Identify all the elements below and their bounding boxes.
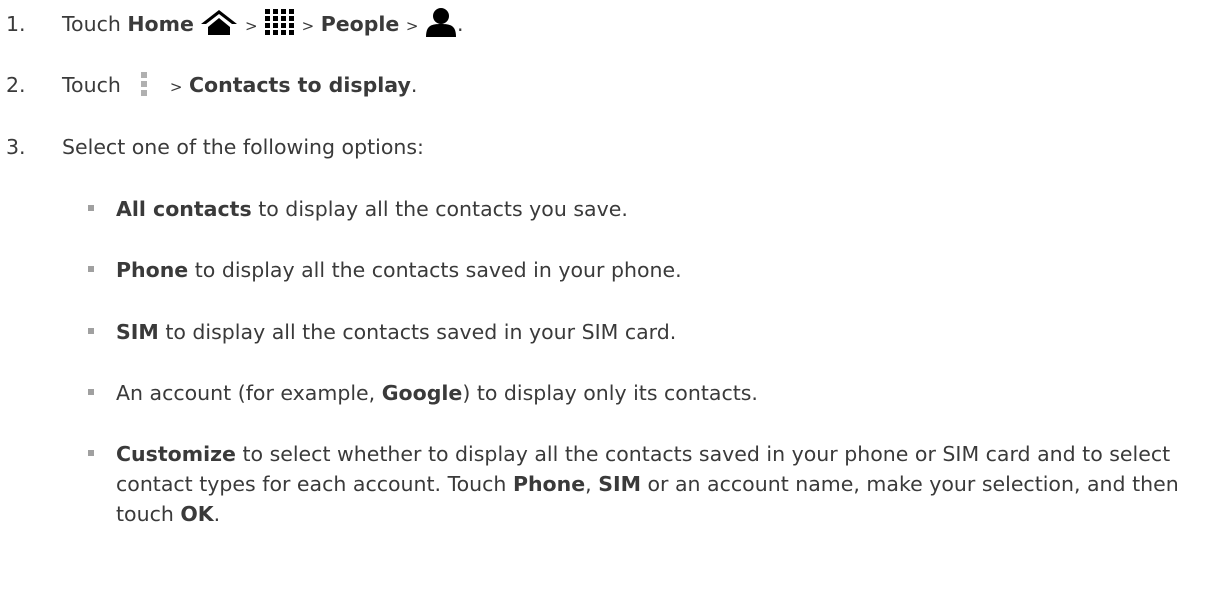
- separator: >: [244, 17, 258, 35]
- apps-grid-icon: [264, 7, 295, 37]
- contacts-to-display-label: Contacts to display: [189, 73, 411, 97]
- separator: >: [405, 17, 419, 35]
- step-touch: Touch: [62, 73, 121, 97]
- bullet: [88, 450, 94, 456]
- step-number: 3.: [6, 135, 26, 159]
- separator: >: [301, 17, 315, 35]
- menu-dots-icon: [127, 70, 163, 98]
- step-touch: Touch: [62, 12, 121, 36]
- people-label: People: [320, 12, 400, 36]
- home-icon: [200, 9, 238, 35]
- step-number: 2.: [6, 73, 26, 97]
- bullet: [88, 328, 94, 334]
- step-text: Select one of the following options:: [62, 135, 424, 159]
- bullet: [88, 266, 94, 272]
- bullet: [88, 389, 94, 395]
- home-label: Home: [127, 12, 194, 36]
- bullet: [88, 205, 94, 211]
- separator: >: [169, 78, 183, 96]
- person-icon: [425, 7, 457, 37]
- step-number: 1.: [6, 12, 26, 36]
